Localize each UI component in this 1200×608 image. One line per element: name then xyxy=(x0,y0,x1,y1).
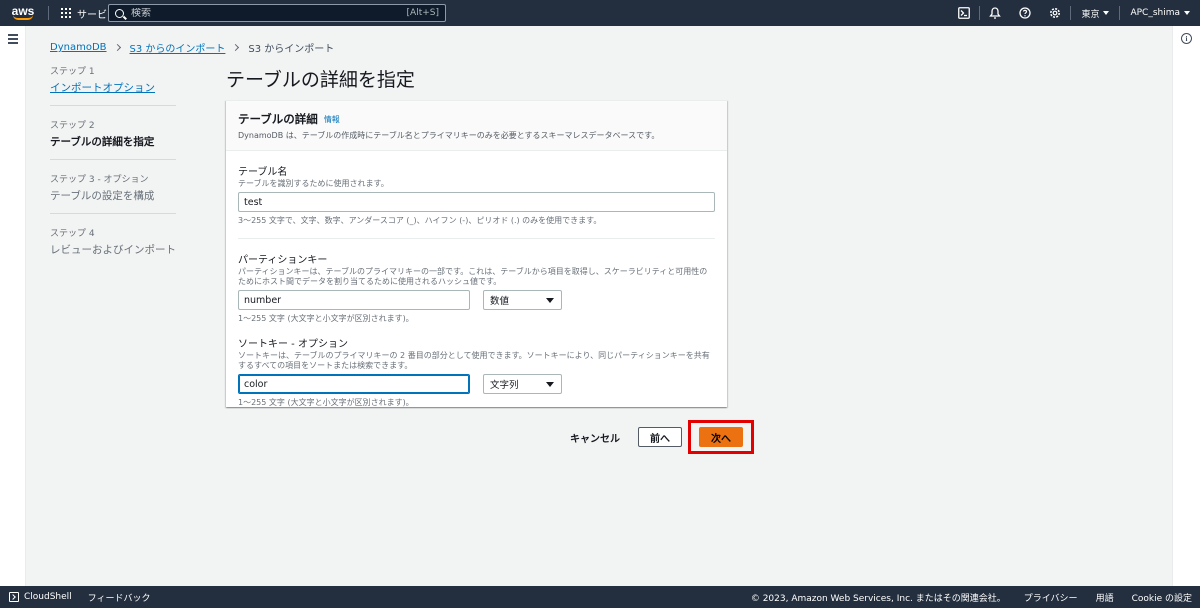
partition-key-type-value: 数値 xyxy=(490,296,510,307)
wizard-steps: ステップ 1 インポートオプション ステップ 2 テーブルの詳細を指定 ステップ… xyxy=(50,64,176,279)
search-shortcut: [Alt+S] xyxy=(406,8,439,18)
wizard-step-4: ステップ 4 レビューおよびインポート xyxy=(50,226,176,267)
step-number: ステップ 3 - オプション xyxy=(50,175,149,185)
grid-icon xyxy=(61,8,71,18)
cloudshell-label: CloudShell xyxy=(24,592,72,602)
step-review-and-import: レビューおよびインポート xyxy=(50,244,176,256)
breadcrumb-current: S3 からインポート xyxy=(248,44,335,55)
wizard-step-3: ステップ 3 - オプション テーブルの設定を構成 xyxy=(50,172,176,214)
help-icon[interactable] xyxy=(1010,0,1040,26)
account-menu[interactable]: APC_shima xyxy=(1120,8,1200,18)
next-button[interactable]: 次へ xyxy=(699,427,743,447)
step-link-import-options[interactable]: インポートオプション xyxy=(50,80,176,95)
sort-key-constraint: 1～255 文字 (大文字と小文字が区別されます)。 xyxy=(238,398,414,407)
partition-key-label: パーティションキー xyxy=(238,255,328,266)
partition-key-constraint: 1～255 文字 (大文字と小文字が区別されます)。 xyxy=(238,314,414,323)
caret-down-icon xyxy=(1184,11,1190,15)
table-name-description: テーブルを識別するために使用されます。 xyxy=(238,179,389,188)
hamburger-menu-icon[interactable] xyxy=(8,34,18,44)
cloudshell-icon xyxy=(9,592,19,602)
step-number: ステップ 2 xyxy=(50,121,95,131)
gear-icon[interactable] xyxy=(1040,0,1070,26)
partition-key-input[interactable] xyxy=(238,290,470,310)
panel-description: DynamoDB は、テーブルの作成時にテーブル名とプライマリキーのみを必要とす… xyxy=(238,131,660,140)
sort-key-description: ソートキーは、テーブルのプライマリキーの 2 番目の部分として使用できます。ソー… xyxy=(238,351,710,370)
cancel-button[interactable]: キャンセル xyxy=(562,430,628,445)
wizard-step-2: ステップ 2 テーブルの詳細を指定 xyxy=(50,118,176,160)
table-name-label: テーブル名 xyxy=(238,167,288,178)
chevron-right-icon xyxy=(113,43,121,52)
info-link[interactable]: 情報 xyxy=(324,114,340,125)
main-content: DynamoDB S3 からのインポート S3 からインポート ステップ 1 イ… xyxy=(26,26,1172,586)
caret-down-icon xyxy=(546,381,554,387)
sort-key-label: ソートキー - オプション xyxy=(238,339,348,350)
privacy-link[interactable]: プライバシー xyxy=(1024,591,1078,604)
previous-button[interactable]: 前へ xyxy=(638,427,682,447)
cloudshell-icon[interactable] xyxy=(949,0,979,26)
table-details-panel: テーブルの詳細 情報 DynamoDB は、テーブルの作成時にテーブル名とプライ… xyxy=(226,100,727,407)
search-input[interactable] xyxy=(131,7,407,19)
table-name-input[interactable] xyxy=(238,192,715,212)
region-label: 東京 xyxy=(1081,9,1100,20)
step-number: ステップ 1 xyxy=(50,67,95,77)
cookie-settings-link[interactable]: Cookie の設定 xyxy=(1132,591,1192,604)
feedback-link[interactable]: フィードバック xyxy=(88,591,151,604)
top-navigation: aws サービス [Alt+S] 東京 APC_shima xyxy=(0,0,1200,26)
wizard-actions: キャンセル 前へ 次へ xyxy=(562,420,754,454)
table-name-constraint: 3～255 文字で、文字、数字、アンダースコア (_)、ハイフン (-)、ピリオ… xyxy=(238,216,602,225)
cloudshell-button[interactable]: CloudShell xyxy=(0,592,72,602)
partition-key-description: パーティションキーは、テーブルのプライマリキーの一部です。これは、テーブルから項… xyxy=(238,267,708,286)
table-name-field: テーブル名 テーブルを識別するために使用されます。 3～255 文字で、文字、数… xyxy=(238,163,715,226)
region-selector[interactable]: 東京 xyxy=(1071,7,1119,20)
sort-key-input[interactable] xyxy=(238,374,470,394)
caret-down-icon xyxy=(1103,11,1110,15)
page-title: テーブルの詳細を指定 xyxy=(226,69,415,91)
account-label: APC_shima xyxy=(1130,8,1180,18)
bell-icon[interactable] xyxy=(980,0,1010,26)
caret-down-icon xyxy=(546,297,554,303)
breadcrumb-import-from-s3[interactable]: S3 からのインポート xyxy=(130,40,226,55)
partition-key-field: パーティションキー パーティションキーは、テーブルのプライマリキーの一部です。こ… xyxy=(238,251,715,324)
breadcrumb: DynamoDB S3 からのインポート S3 からインポート xyxy=(50,40,334,55)
sort-key-type-value: 文字列 xyxy=(490,380,519,391)
wizard-step-1: ステップ 1 インポートオプション xyxy=(50,64,176,106)
partition-key-type-select[interactable]: 数値 xyxy=(483,290,562,310)
divider xyxy=(238,238,715,239)
right-rail: i xyxy=(1172,26,1200,586)
sort-key-field: ソートキー - オプション ソートキーは、テーブルのプライマリキーの 2 番目の… xyxy=(238,335,715,408)
copyright: © 2023, Amazon Web Services, Inc. またはその関… xyxy=(750,593,1006,604)
panel-title: テーブルの詳細 xyxy=(238,112,318,126)
panel-header: テーブルの詳細 情報 DynamoDB は、テーブルの作成時にテーブル名とプライ… xyxy=(226,101,727,151)
highlight-box: 次へ xyxy=(688,420,754,454)
left-rail xyxy=(0,26,26,586)
chevron-right-icon xyxy=(232,43,240,52)
search-icon xyxy=(115,8,124,18)
search-bar[interactable]: [Alt+S] xyxy=(108,4,446,22)
step-number: ステップ 4 xyxy=(50,229,95,239)
aws-logo[interactable]: aws xyxy=(0,0,42,26)
footer: CloudShell フィードバック © 2023, Amazon Web Se… xyxy=(0,586,1200,608)
info-icon[interactable]: i xyxy=(1181,33,1192,44)
breadcrumb-dynamodb[interactable]: DynamoDB xyxy=(50,42,107,53)
step-configure-table-settings: テーブルの設定を構成 xyxy=(50,190,155,202)
sort-key-type-select[interactable]: 文字列 xyxy=(483,374,562,394)
step-current-table-details: テーブルの詳細を指定 xyxy=(50,136,155,148)
terms-link[interactable]: 用語 xyxy=(1096,591,1114,604)
